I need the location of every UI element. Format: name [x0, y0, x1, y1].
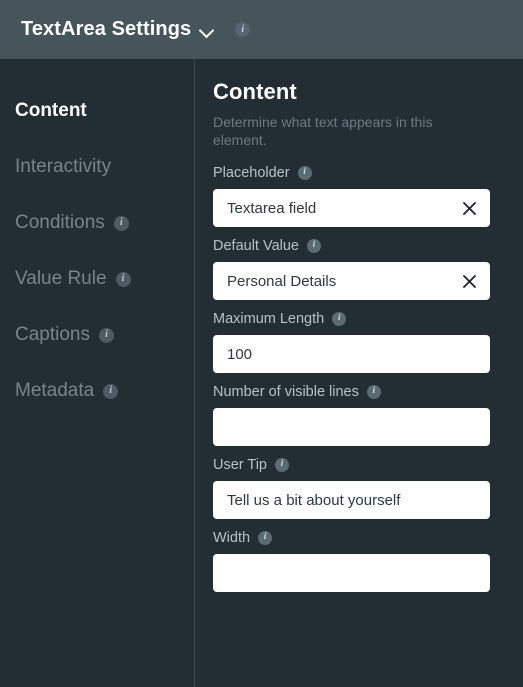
maximum-length-input[interactable]: [213, 335, 490, 373]
content-panel: Content Determine what text appears in t…: [195, 59, 523, 687]
chevron-down-icon[interactable]: [200, 24, 214, 38]
field-label-row: Placeholder i: [213, 165, 490, 181]
input-wrapper: [213, 481, 490, 519]
titlebar-dropdown[interactable]: TextArea Settings: [21, 18, 214, 41]
field-label-row: User Tip i: [213, 457, 490, 473]
input-wrapper: [213, 262, 490, 300]
input-wrapper: [213, 335, 490, 373]
sidebar-item-metadata[interactable]: Metadata i: [0, 363, 194, 419]
user-tip-input[interactable]: [213, 481, 490, 519]
sidebar: Content Interactivity Conditions i Value…: [0, 59, 194, 687]
field-user-tip: User Tip i: [213, 457, 490, 519]
page-title: TextArea Settings: [21, 18, 192, 40]
sidebar-item-label: Value Rule: [15, 268, 107, 289]
field-label: Number of visible lines: [213, 384, 359, 400]
input-wrapper: [213, 408, 490, 446]
input-wrapper: [213, 554, 490, 592]
info-icon[interactable]: i: [332, 312, 347, 326]
info-icon[interactable]: i: [103, 383, 119, 399]
width-input[interactable]: [213, 554, 490, 592]
info-icon[interactable]: i: [113, 215, 129, 231]
titlebar: TextArea Settings i: [0, 0, 523, 59]
sidebar-item-label: Conditions: [15, 212, 105, 233]
sidebar-item-value-rule[interactable]: Value Rule i: [0, 251, 194, 307]
field-placeholder: Placeholder i: [213, 165, 490, 227]
number-of-visible-lines-input[interactable]: [213, 408, 490, 446]
section-description: Determine what text appears in this elem…: [213, 114, 433, 148]
field-number-of-visible-lines: Number of visible lines i: [213, 384, 490, 446]
field-label-row: Width i: [213, 530, 490, 546]
field-label: Placeholder: [213, 165, 290, 181]
field-maximum-length: Maximum Length i: [213, 311, 490, 373]
sidebar-item-label: Interactivity: [15, 156, 112, 177]
sidebar-item-label: Content: [15, 100, 87, 121]
sidebar-item-label: Metadata: [15, 380, 95, 401]
info-icon[interactable]: i: [258, 531, 273, 545]
info-icon[interactable]: i: [115, 271, 131, 287]
info-icon[interactable]: i: [366, 385, 381, 399]
input-wrapper: [213, 189, 490, 227]
info-icon[interactable]: i: [297, 166, 312, 180]
field-label: Default Value: [213, 238, 299, 254]
sidebar-item-interactivity[interactable]: Interactivity: [0, 139, 194, 195]
default-value-input[interactable]: [213, 262, 490, 300]
field-label: User Tip: [213, 457, 267, 473]
clear-icon[interactable]: [458, 189, 480, 227]
field-label-row: Default Value i: [213, 238, 490, 254]
field-label: Width: [213, 530, 251, 546]
field-label-row: Number of visible lines i: [213, 384, 490, 400]
info-icon[interactable]: i: [306, 239, 321, 253]
settings-panel: TextArea Settings i Content Interactivit…: [0, 0, 523, 687]
clear-icon[interactable]: [458, 262, 480, 300]
sidebar-item-label: Captions: [15, 324, 90, 345]
section-title: Content: [213, 79, 297, 104]
info-icon[interactable]: i: [235, 22, 251, 37]
sidebar-item-content[interactable]: Content: [0, 83, 194, 139]
field-label: Maximum Length: [213, 311, 325, 327]
field-label-row: Maximum Length i: [213, 311, 490, 327]
info-icon[interactable]: i: [99, 327, 114, 343]
info-icon[interactable]: i: [275, 458, 289, 472]
field-width: Width i: [213, 530, 490, 592]
field-default-value: Default Value i: [213, 238, 490, 300]
sidebar-item-conditions[interactable]: Conditions i: [0, 195, 194, 251]
placeholder-input[interactable]: [213, 189, 490, 227]
sidebar-item-captions[interactable]: Captions i: [0, 307, 194, 363]
